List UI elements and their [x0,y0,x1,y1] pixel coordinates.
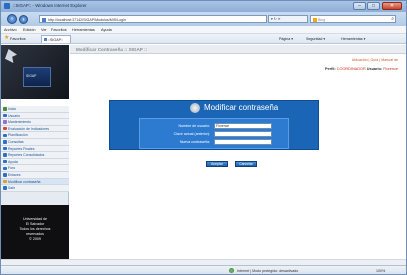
tab-sigap[interactable]: ::SIGAP:: [41,35,71,43]
menu-bar: Archivo Edición Ver Favoritos Herramient… [1,26,406,34]
help-icon [3,159,7,164]
page-menu[interactable]: Página ▾ [279,37,293,41]
exit-icon [3,186,7,190]
minimize-button[interactable]: – [353,2,366,10]
sidebar-item-modificar-contrasena[interactable]: Modificar contraseña [1,178,69,186]
copyright-text: Universidad de El Salvador Todos los der… [19,217,51,241]
change-password-panel: Modificar contraseña Nombre de usuario: … [109,100,319,150]
sidebar-item-enlaces[interactable]: Enlaces [1,171,69,179]
sidebar-menu: Inicio Usuario Mantenimiento Evaluación … [1,106,69,192]
menu-favoritos[interactable]: Favoritos [51,28,67,32]
sidebar-header: SIGAP [1,45,69,99]
sidebar-item-planificacion[interactable]: Planificación [1,132,69,139]
title-bar: ::SIGAP:: - Windows Internet Explorer – … [1,1,406,12]
favorites-button[interactable]: Favoritos [10,37,26,41]
back-arrow-icon[interactable]: ‹ [7,14,17,24]
username-field[interactable] [214,123,272,129]
cancel-button[interactable]: Cancelar [235,161,257,167]
window-title: ::SIGAP:: - Windows Internet Explorer [13,3,87,8]
form-title: Modificar contraseña [204,103,279,112]
report-icon [3,153,7,157]
star-icon[interactable]: ★ [4,35,9,42]
forum-icon [3,166,7,171]
menu-ayuda[interactable]: Ayuda [101,28,112,32]
menu-archivo[interactable]: Archivo [4,28,17,32]
search-input[interactable]: Bing ⌕ [310,15,396,23]
sidebar-item-reportes-consolidados[interactable]: Reportes Consolidados [1,152,69,159]
close-button[interactable]: ✕ [382,2,402,10]
browser-icon [4,3,10,9]
page-content: SIGAP Inicio Usuario Mantenimiento Evalu… [1,45,406,265]
sidebar-menu-title [1,99,69,106]
menu-ver[interactable]: Ver [41,28,47,32]
new-password-label: Nueva contraseña: [179,139,210,144]
tools-menu[interactable]: Herramientas ▾ [341,37,365,41]
main-panel: Modificar Contraseña :: SIGAP :: Ubicaci… [70,45,406,265]
evaluation-icon [3,126,7,131]
sidebar-item-inicio[interactable]: Inicio [1,106,69,113]
menu-herramientas[interactable]: Herramientas [72,28,95,32]
key-icon [190,103,200,113]
page-icon [43,37,47,42]
username-row: Nombre de usuario: [144,123,286,129]
security-menu[interactable]: Seguridad ▾ [306,37,325,41]
bird-logo-icon [5,49,17,63]
profile-value: COORDINADOR [336,67,366,71]
accept-button[interactable]: Aceptar [206,161,228,167]
globe-icon [229,268,234,273]
page-icon [42,17,46,22]
user-icon [3,113,7,118]
username-label: Nombre de usuario: [178,123,210,128]
university-logo: SIGAP [23,67,51,87]
sidebar-item-reportes-finales[interactable]: Reportes Finales [1,145,69,153]
maximize-button[interactable]: □ [367,2,380,10]
zoom-level[interactable]: 100% [376,269,385,273]
top-links[interactable]: Ubicación | Guía | Manual de [352,58,398,62]
key-icon [3,179,7,184]
home-icon [3,107,7,111]
current-password-field[interactable] [214,131,272,137]
new-password-row: Nueva contraseña: [144,139,286,145]
current-password-row: Clave actual (anterior): [144,131,286,137]
logo-text: SIGAP [26,74,37,78]
report-icon [3,146,7,151]
sidebar-item-mantenimiento[interactable]: Mantenimiento [1,119,69,126]
address-tools[interactable]: ▾ ↻ ✕ [268,15,308,23]
sidebar-item-evaluacion[interactable]: Evaluación de Indicadores [1,125,69,133]
bing-icon [313,17,317,22]
change-password-form: Nombre de usuario: Clave actual (anterio… [139,118,289,149]
sidebar-item-usuario[interactable]: Usuario [1,112,69,120]
search-placeholder: Bing [318,17,326,22]
sidebar-item-ayuda[interactable]: Ayuda [1,158,69,166]
user-value: Florence [383,67,398,71]
sidebar-item-foro[interactable]: Foro [1,165,69,172]
favorites-bar: ★ Favoritos ::SIGAP:: Página ▾ Seguridad… [1,34,406,44]
sidebar-footer: Universidad de El Salvador Todos los der… [1,205,69,265]
profile-label: Perfil: [324,67,336,71]
status-bar: Internet | Modo protegido: desactivado 1… [1,265,406,274]
user-label: Usuario: [366,67,383,71]
url-text: http://localhost:37142/SIGAP/Modulos/MIS… [48,17,126,22]
query-icon [3,140,7,144]
planning-icon [3,133,7,138]
new-password-field[interactable] [214,139,272,145]
security-zone: Internet | Modo protegido: desactivado [237,268,299,273]
page-header: Modificar Contraseña :: SIGAP :: [70,45,406,54]
maintenance-icon [3,120,7,124]
menu-edicion[interactable]: Edición [23,28,35,32]
address-field[interactable]: http://localhost:37142/SIGAP/Modulos/MIS… [39,15,267,23]
address-toolbar: ‹ › http://localhost:37142/SIGAP/Modulos… [1,12,406,26]
sidebar-item-consultas[interactable]: Consultas [1,138,69,146]
magnifier-icon[interactable]: ⌕ [391,16,394,22]
forward-arrow-icon[interactable]: › [19,14,28,24]
link-icon [3,173,7,177]
page-title: Modificar Contraseña :: SIGAP :: [76,46,148,52]
browser-window: ::SIGAP:: - Windows Internet Explorer – … [0,0,407,275]
current-password-label: Clave actual (anterior): [173,131,210,136]
user-profile: Perfil: COORDINADOR Usuario: Florence [325,67,398,71]
sidebar-item-salir[interactable]: Salir [1,185,69,192]
tab-title: ::SIGAP:: [48,37,63,42]
sidebar: SIGAP Inicio Usuario Mantenimiento Evalu… [1,45,69,265]
